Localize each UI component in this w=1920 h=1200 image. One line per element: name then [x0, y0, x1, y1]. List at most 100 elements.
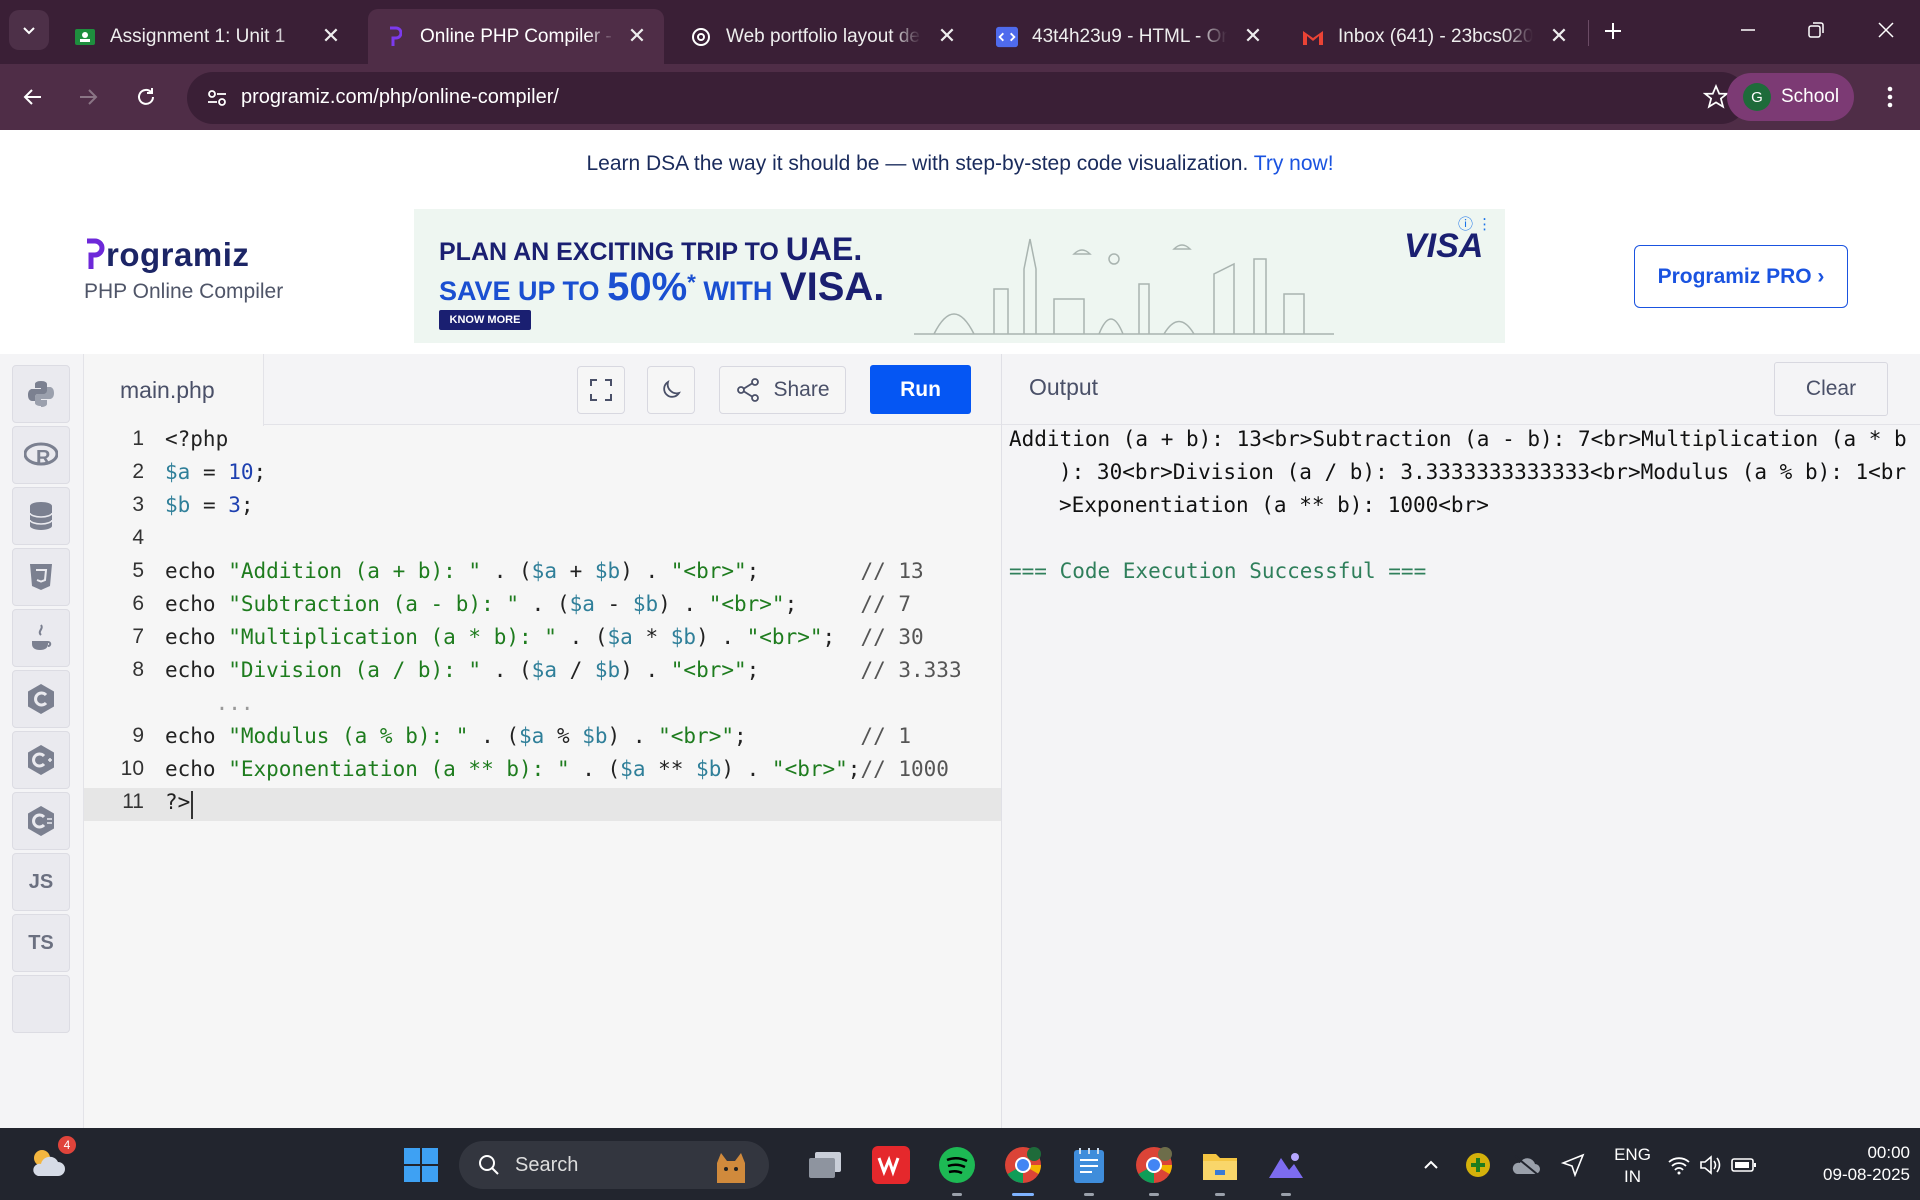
fullscreen-icon — [590, 379, 612, 401]
clock[interactable]: 00:00 09-08-2025 — [1786, 1142, 1910, 1186]
html5-icon[interactable] — [12, 548, 70, 606]
javascript-button[interactable]: JS — [12, 853, 70, 911]
close-icon — [1878, 22, 1894, 38]
execution-status: === Code Execution Successful === — [1009, 559, 1427, 583]
file-explorer-app-button[interactable] — [1197, 1142, 1243, 1196]
text-cursor — [191, 791, 193, 819]
photos-app-button[interactable] — [1263, 1142, 1309, 1196]
restore-button[interactable] — [1782, 0, 1850, 60]
folder-icon — [1203, 1154, 1237, 1180]
dark-mode-button[interactable] — [647, 366, 695, 414]
python-icon[interactable] — [12, 365, 70, 423]
line-number: 4 — [132, 526, 144, 549]
back-button[interactable] — [13, 77, 53, 117]
close-icon[interactable]: ✕ — [1546, 23, 1572, 49]
more-language-button[interactable] — [12, 975, 70, 1033]
bookmark-star-icon[interactable] — [1702, 83, 1730, 115]
chrome-profile-app-button[interactable] — [1131, 1142, 1177, 1196]
tab-title: Online PHP Compiler - Programiz — [420, 25, 615, 47]
onedrive-icon[interactable] — [1503, 1142, 1549, 1188]
input-language[interactable]: ENG IN — [1610, 1144, 1655, 1188]
wps-app-button[interactable] — [868, 1142, 914, 1188]
chevron-down-icon — [23, 27, 35, 35]
spotify-app-button[interactable] — [934, 1142, 980, 1196]
programiz-pro-button[interactable]: Programiz PRO › — [1634, 245, 1848, 308]
taskbar-search[interactable]: Search — [459, 1141, 769, 1189]
svg-text:R: R — [36, 447, 51, 468]
csharp-icon[interactable] — [12, 792, 70, 850]
run-button[interactable]: Run — [870, 365, 971, 414]
photos-icon — [1269, 1153, 1303, 1178]
brand-block[interactable]: rogramiz PHP Online Compiler — [84, 236, 283, 304]
profile-button[interactable]: G School — [1727, 73, 1854, 121]
current-line-highlight — [84, 788, 1001, 821]
fullscreen-button[interactable] — [577, 366, 625, 414]
close-icon[interactable]: ✕ — [1240, 23, 1266, 49]
clock-time: 00:00 — [1867, 1143, 1910, 1162]
plus-badge-icon — [1466, 1153, 1490, 1177]
chrome-app-button[interactable] — [1000, 1142, 1046, 1196]
site-info-icon[interactable] — [201, 82, 233, 114]
running-indicator — [1149, 1193, 1159, 1196]
tab-search-button[interactable] — [9, 10, 49, 50]
profile-label: School — [1781, 86, 1840, 107]
code-icon — [996, 26, 1018, 48]
tab-title: Inbox (641) - 23bcs020@ — [1338, 25, 1533, 47]
c-icon[interactable] — [12, 670, 70, 728]
plus-icon — [1605, 23, 1621, 39]
ad-headline: PLAN AN EXCITING TRIP TO UAE. — [439, 231, 863, 267]
system-tray-quick-settings[interactable] — [1664, 1142, 1760, 1188]
sql-icon[interactable] — [12, 487, 70, 545]
minimize-button[interactable] — [1714, 0, 1782, 60]
moon-icon — [663, 380, 681, 398]
line-number: 5 — [132, 559, 144, 582]
tab-title: Web portfolio layout design — [726, 25, 921, 47]
line-number: 1 — [132, 427, 144, 450]
running-indicator — [952, 1193, 962, 1196]
volume-icon — [1700, 1155, 1721, 1175]
skyline-illustration — [914, 238, 1334, 335]
notepad-app-button[interactable] — [1066, 1142, 1112, 1196]
cpp-icon[interactable] — [12, 731, 70, 789]
tray-app-icon[interactable] — [1455, 1142, 1501, 1188]
page-subtitle: PHP Online Compiler — [84, 280, 284, 303]
browser-menu-button[interactable] — [1870, 77, 1910, 117]
close-icon[interactable]: ✕ — [318, 23, 344, 49]
close-icon[interactable]: ✕ — [934, 23, 960, 49]
running-indicator — [1215, 1193, 1225, 1196]
new-tab-button[interactable] — [1590, 8, 1636, 54]
banner-link[interactable]: Try now! — [1254, 152, 1334, 175]
share-button[interactable]: Share — [719, 366, 846, 414]
tab-gmail[interactable]: Inbox (641) - 23bcs020@ ✕ — [1286, 9, 1586, 64]
code-line: echo "Division (a / b): " . ($a / $b) . … — [165, 658, 962, 682]
reload-button[interactable] — [126, 77, 166, 117]
wps-icon — [872, 1146, 910, 1184]
file-tab[interactable]: main.php — [84, 354, 264, 426]
openai-icon — [690, 26, 712, 48]
weather-widget[interactable]: 4 — [24, 1136, 76, 1186]
search-placeholder: Search — [515, 1153, 579, 1176]
clock-date: 09-08-2025 — [1823, 1165, 1910, 1184]
programiz-logo[interactable]: rogramiz — [84, 236, 283, 274]
share-label: Share — [773, 378, 830, 401]
r-icon[interactable]: R — [12, 426, 70, 484]
tab-portfolio[interactable]: Web portfolio layout design ✕ — [674, 9, 974, 64]
tab-php-compiler[interactable]: Online PHP Compiler - Programiz ✕ — [368, 9, 664, 64]
start-button[interactable] — [398, 1142, 444, 1188]
task-view-button[interactable] — [802, 1142, 848, 1188]
address-bar[interactable]: programiz.com/php/online-compiler/ — [187, 72, 1747, 124]
typescript-button[interactable]: TS — [12, 914, 70, 972]
ad-info-icon[interactable]: ⓘ ⋮ — [1458, 213, 1492, 234]
clear-button[interactable]: Clear — [1774, 362, 1888, 416]
forward-button[interactable] — [68, 77, 108, 117]
show-hidden-icons-button[interactable] — [1408, 1142, 1454, 1188]
code-line: echo "Exponentiation (a ** b): " . ($a *… — [165, 757, 949, 781]
location-icon[interactable] — [1550, 1142, 1596, 1188]
tab-onecompiler[interactable]: 43t4h23u9 - HTML - OneCompiler ✕ — [980, 9, 1280, 64]
close-window-button[interactable] — [1852, 0, 1920, 60]
java-icon[interactable] — [12, 609, 70, 667]
close-icon[interactable]: ✕ — [624, 23, 650, 49]
ad-know-more-button[interactable]: KNOW MORE — [439, 310, 531, 330]
visa-advertisement[interactable]: PLAN AN EXCITING TRIP TO UAE. SAVE UP TO… — [414, 209, 1505, 343]
tab-assignment[interactable]: Assignment 1: Unit 1 ✕ — [58, 9, 358, 64]
